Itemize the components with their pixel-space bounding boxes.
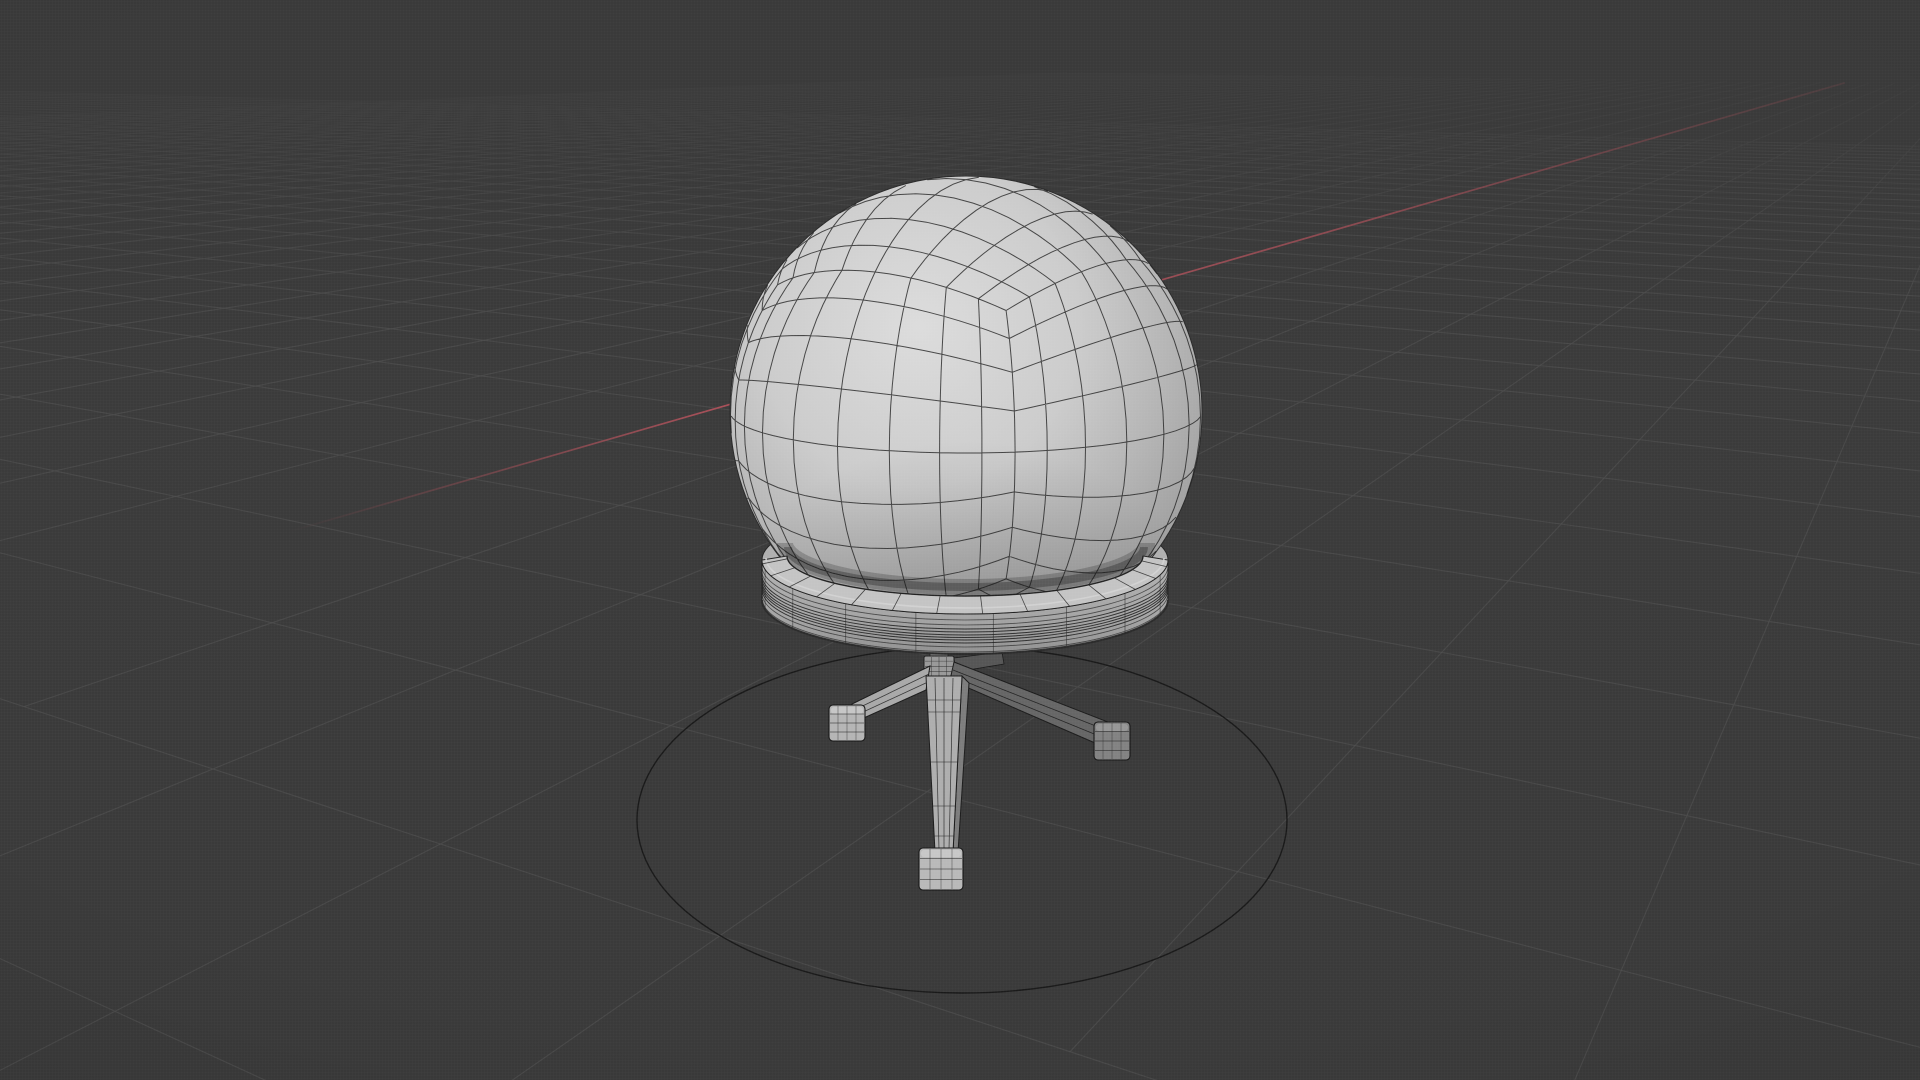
base-foot-left[interactable] [829,705,865,741]
base-foot-front[interactable] [919,848,963,890]
viewport-3d[interactable] [0,0,1920,1080]
base-leg-front[interactable] [926,676,969,852]
base-leg-right[interactable] [950,662,1108,746]
base-foot-right[interactable] [1094,722,1130,760]
scene-canvas [0,0,1920,1080]
